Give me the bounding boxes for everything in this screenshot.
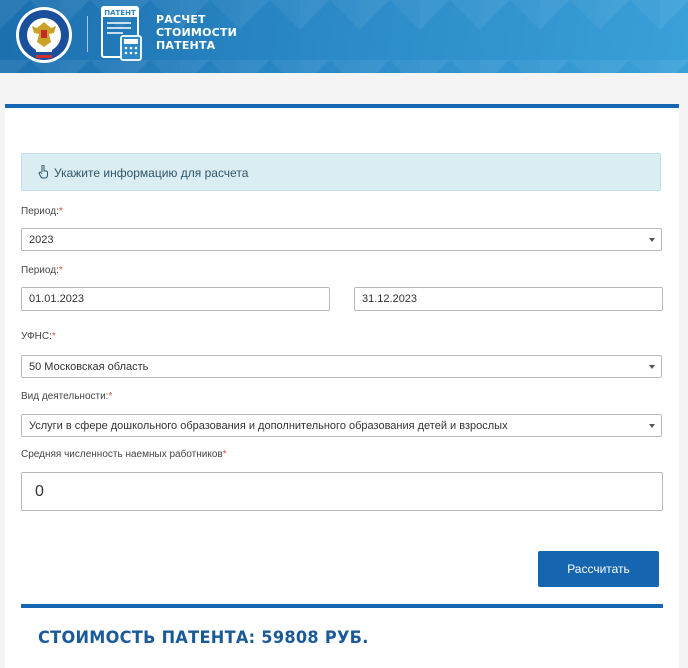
calculate-button[interactable]: Рассчитать [538, 551, 659, 587]
employees-count-value: 0 [35, 482, 44, 500]
brand-title-line: СТОИМОСТИ [156, 26, 238, 39]
employees-label-text: Средняя численность наемных работников [21, 449, 223, 460]
employees-label: Средняя численность наемных работников* [21, 449, 227, 460]
required-mark: * [51, 331, 56, 342]
ufns-select[interactable]: 50 Московская область [21, 355, 662, 378]
date-to-input[interactable]: 31.12.2023 [354, 287, 663, 311]
header-divider [87, 16, 88, 52]
period-label: Период:* [21, 206, 63, 217]
patent-cost-result: СТОИМОСТЬ ПАТЕНТА: 59808 РУБ. [38, 628, 369, 648]
patent-document-icon: ПАТЕНТ [101, 6, 142, 61]
employees-count-input[interactable]: 0 [21, 472, 663, 511]
ufns-label: УФНС:* [21, 331, 56, 342]
period-year-select[interactable]: 2023 [21, 228, 662, 251]
svg-text:ПАТЕНТ: ПАТЕНТ [104, 9, 136, 17]
activity-select[interactable]: Услуги в сфере дошкольного образования и… [21, 414, 662, 437]
required-mark: * [108, 391, 113, 402]
brand-title: РАСЧЕТ СТОИМОСТИ ПАТЕНТА [156, 13, 237, 52]
period-label-text: Период: [21, 206, 59, 217]
calculation-card: Укажите информацию для расчета Период:* … [5, 104, 679, 668]
info-alert: Укажите информацию для расчета [21, 153, 661, 191]
result-panel: СТОИМОСТЬ ПАТЕНТА: 59808 РУБ. [21, 604, 663, 668]
pointing-hand-icon [38, 165, 48, 179]
brand-title-line: ПАТЕНТА [156, 39, 216, 52]
dates-label: Период:* [21, 265, 63, 276]
required-mark: * [58, 265, 63, 276]
required-mark: * [222, 449, 227, 460]
chevron-down-icon [649, 237, 655, 242]
fns-emblem-logo[interactable] [15, 6, 73, 64]
activity-value: Услуги в сфере дошкольного образования и… [29, 419, 508, 432]
chevron-down-icon [649, 364, 655, 369]
date-to-value: 31.12.2023 [362, 293, 418, 305]
date-from-value: 01.01.2023 [29, 293, 85, 305]
ufns-value: 50 Московская область [29, 360, 149, 373]
info-message: Укажите информацию для расчета [54, 166, 249, 180]
dates-label-text: Период: [21, 265, 59, 276]
period-year-value: 2023 [29, 233, 54, 246]
ufns-label-text: УФНС: [21, 331, 52, 342]
brand-title-line: РАСЧЕТ [156, 13, 206, 26]
activity-label-text: Вид деятельности: [21, 391, 109, 402]
date-from-input[interactable]: 01.01.2023 [21, 287, 330, 311]
site-header: ПАТЕНТ РАСЧЕТ СТОИМОСТИ ПАТЕНТА [0, 0, 688, 73]
activity-label: Вид деятельности:* [21, 391, 112, 402]
chevron-down-icon [649, 423, 655, 428]
required-mark: * [58, 206, 63, 217]
